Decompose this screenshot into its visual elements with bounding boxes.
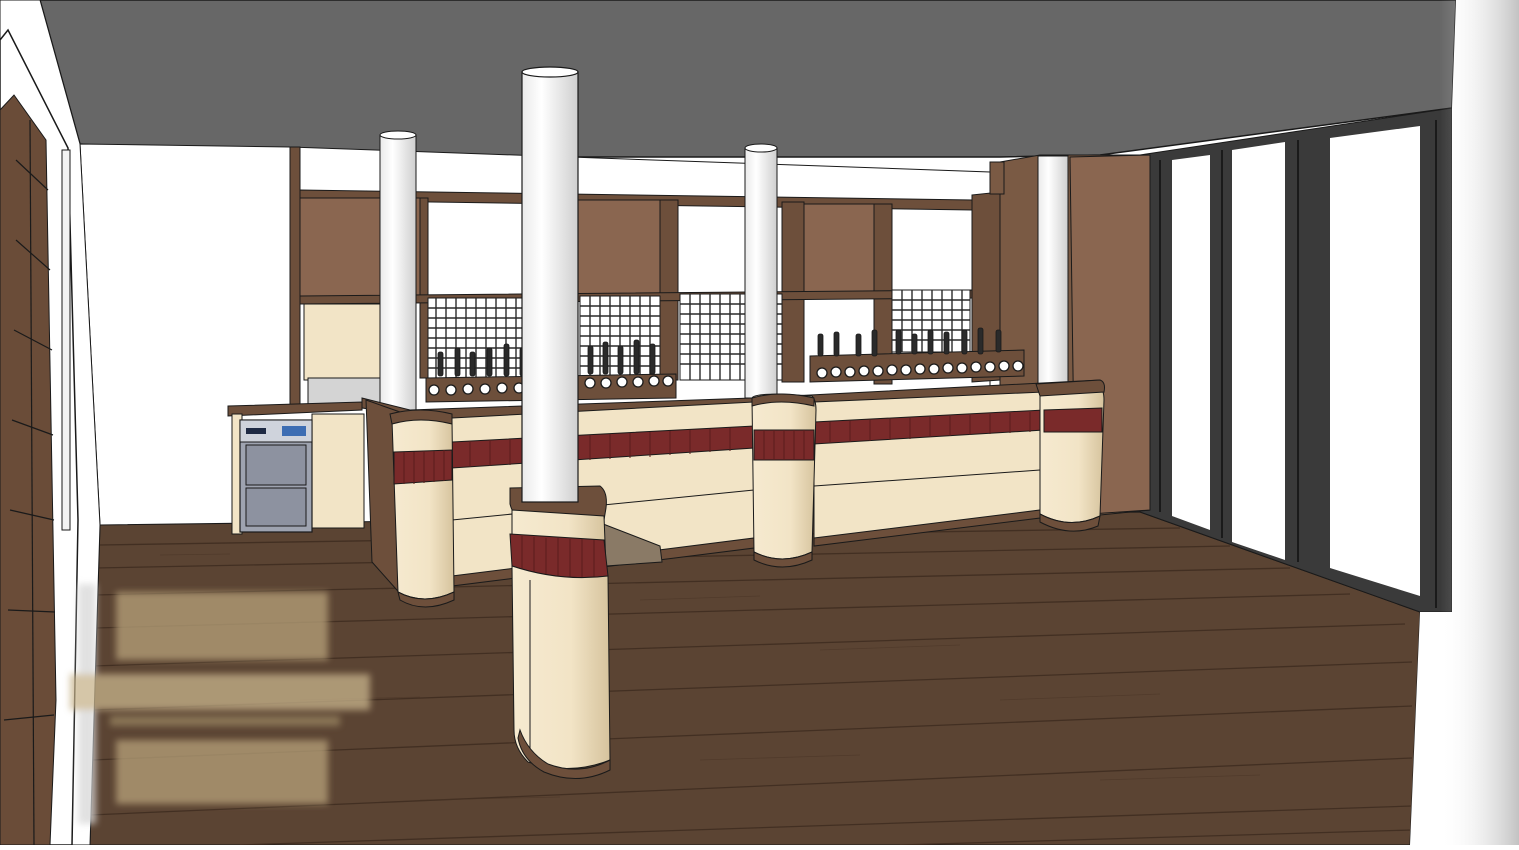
bar-3d-render: [0, 0, 1519, 846]
render-canvas: [0, 0, 1519, 846]
column-back-middle: [744, 143, 778, 399]
ice-machine: [239, 419, 313, 533]
ceiling: [39, 0, 1457, 158]
bar-pod-middle: [751, 393, 817, 568]
column-front: [521, 66, 579, 503]
column-back-right: [1037, 155, 1069, 385]
column-back-left: [379, 130, 417, 416]
bar-pod-left: [389, 409, 455, 608]
